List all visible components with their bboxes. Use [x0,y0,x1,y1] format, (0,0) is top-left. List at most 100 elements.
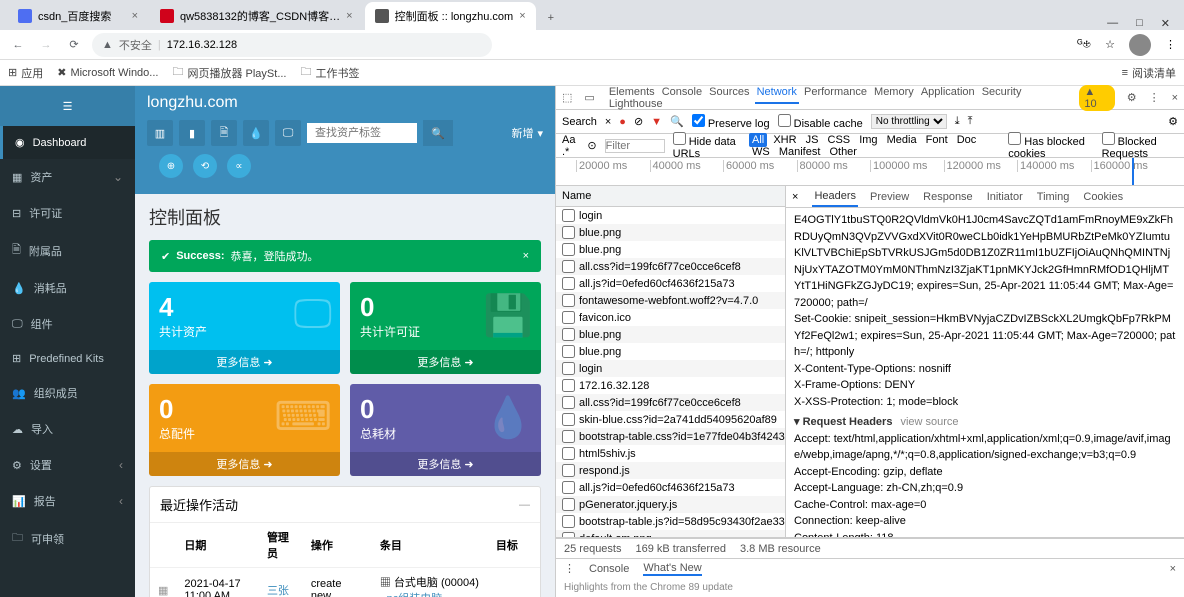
request-row[interactable]: all.css?id=199fc6f77ce0cce6cef8 [556,394,785,411]
request-checkbox[interactable] [562,379,575,392]
gear-icon[interactable]: ⚙ [1168,115,1178,128]
sidebar-item-报告[interactable]: 📊报告 [0,483,135,519]
request-checkbox[interactable] [562,413,575,426]
request-row[interactable]: pGenerator.jquery.js [556,496,785,513]
browser-tab-2[interactable]: 控制面板 :: longzhu.com× [365,2,536,30]
search-net-icon[interactable]: 🔍 [670,115,684,128]
filter-toggle-icon[interactable]: ▼ [651,116,662,128]
new-tab-button[interactable]: + [538,6,564,30]
request-checkbox[interactable] [562,430,575,443]
throttling-select[interactable]: No throttling [871,114,947,129]
sidebar-item-Dashboard[interactable]: ◉Dashboard [0,126,135,159]
bookmark-work[interactable]: 🗀 工作书签 [301,63,360,82]
type-filter-Font[interactable]: Font [923,133,951,147]
bookmark-wy[interactable]: 🗀 网页播放器 PlaySt... [172,63,286,82]
request-checkbox[interactable] [562,464,575,477]
request-checkbox[interactable] [562,345,575,358]
request-checkbox[interactable] [562,532,575,537]
request-row[interactable]: login [556,360,785,377]
detail-tab-Response[interactable]: Response [921,188,975,206]
request-row[interactable]: html5shiv.js [556,445,785,462]
search-close-icon[interactable]: × [605,116,611,128]
sidebar-item-消耗品[interactable]: 💧消耗品 [0,270,135,306]
request-checkbox[interactable] [562,362,575,375]
sidebar-item-设置[interactable]: ⚙设置 [0,447,135,483]
request-headers-title[interactable]: Request Headers [803,416,893,428]
sub-refresh-icon[interactable]: ⟲ [193,154,217,178]
devtools-menu-icon[interactable]: ⋮ [1149,91,1160,104]
forward-icon[interactable]: → [36,39,56,51]
request-checkbox[interactable] [562,328,575,341]
detail-tab-Preview[interactable]: Preview [868,188,911,206]
search-input[interactable] [307,123,417,143]
request-row[interactable]: fontawesome-webfont.woff2?v=4.7.0 [556,292,785,309]
sidebar-item-导入[interactable]: ☁导入 [0,411,135,447]
card-more-link[interactable]: 更多信息 ➜ [350,452,541,476]
back-icon[interactable]: ← [8,39,28,51]
request-row[interactable]: blue.png [556,241,785,258]
tool-drop-icon[interactable]: 💧 [243,120,269,146]
devtools-tab-Network[interactable]: Network [755,82,799,104]
url-bar[interactable]: ▲ 不安全 | 172.16.32.128 [92,33,492,57]
request-row[interactable]: blue.png [556,224,785,241]
blocked-cookies-cb[interactable]: Has blocked cookies [1008,132,1093,160]
type-filter-Manifest[interactable]: Manifest [776,145,824,159]
filter-input[interactable] [605,139,665,153]
card-more-link[interactable]: 更多信息 ➜ [350,350,541,374]
maximize-icon[interactable]: □ [1136,17,1143,30]
sidebar-item-资产[interactable]: ▦资产 [0,159,135,195]
drawer-menu-icon[interactable]: ⋮ [564,562,575,575]
type-filter-Other[interactable]: Other [826,145,860,159]
request-row[interactable]: skin-blue.css?id=2a741dd54095620af89 [556,411,785,428]
reload-icon[interactable]: ⟳ [64,38,84,51]
request-checkbox[interactable] [562,447,575,460]
apps-bookmark[interactable]: ⊞ 应用 [8,65,43,81]
detail-tab-Timing[interactable]: Timing [1035,188,1072,206]
close-icon[interactable]: × [132,10,138,22]
record-icon[interactable]: ● [619,116,626,128]
detail-tab-Initiator[interactable]: Initiator [985,188,1025,206]
request-row[interactable]: respond.js [556,462,785,479]
type-filter-WS[interactable]: WS [749,145,773,159]
admin-link[interactable]: 三张 [267,585,289,597]
devtools-tab-Console[interactable]: Console [660,82,704,102]
tool-screen-icon[interactable]: 🖵 [275,120,301,146]
request-checkbox[interactable] [562,260,575,273]
request-row[interactable]: blue.png [556,343,785,360]
name-column-header[interactable]: Name [556,186,785,207]
search-button[interactable]: 🔍 [423,120,453,146]
settings-icon[interactable]: ⚙ [1127,91,1137,104]
detail-tab-Headers[interactable]: Headers [812,187,858,207]
request-row[interactable]: favicon.ico [556,309,785,326]
card-more-link[interactable]: 更多信息 ➜ [149,452,340,476]
bookmark-ms[interactable]: ✖ Microsoft Windo... [57,66,158,79]
close-icon[interactable]: × [519,10,525,22]
tool-card-icon[interactable]: 🗎 [211,120,237,146]
inspect-icon[interactable]: ⬚ [562,91,572,104]
translate-icon[interactable]: ᴳ🕁 [1077,38,1091,51]
request-checkbox[interactable] [562,226,575,239]
sidebar-item-附属品[interactable]: 🗎附属品 [0,231,135,270]
close-detail-icon[interactable]: × [792,191,798,203]
alert-close-icon[interactable]: × [523,250,529,262]
console-drawer-tab[interactable]: Console [589,563,629,575]
close-icon[interactable]: × [346,10,352,22]
upload-icon[interactable]: ⤒ [968,115,973,128]
sidebar-item-可申领[interactable]: 🗀可申领 [0,519,135,558]
devtools-tab-Memory[interactable]: Memory [872,82,916,102]
request-row[interactable]: all.css?id=199fc6f77ce0cce6cef8 [556,258,785,275]
wifi-icon[interactable]: ⤓ [955,115,960,128]
menu-icon[interactable]: ⋮ [1165,38,1176,51]
request-row[interactable]: login [556,207,785,224]
request-row[interactable]: 172.16.32.128 [556,377,785,394]
devtools-tab-Performance[interactable]: Performance [802,82,869,102]
sub-share-icon[interactable]: ∝ [227,154,251,178]
panel-minimize-icon[interactable]: — [519,499,530,511]
clear-icon[interactable]: ⊘ [634,115,643,128]
devtools-close-icon[interactable]: × [1172,92,1178,104]
blocked-req-cb[interactable]: Blocked Requests [1102,132,1178,160]
browser-tab-1[interactable]: qw5838132的博客_CSDN博客…× [150,2,363,30]
item-link[interactable]: pc组装电脑 [387,593,443,597]
tool-barcode-icon[interactable]: ▮ [179,120,205,146]
sidebar-toggle[interactable]: ☰ [0,86,135,126]
